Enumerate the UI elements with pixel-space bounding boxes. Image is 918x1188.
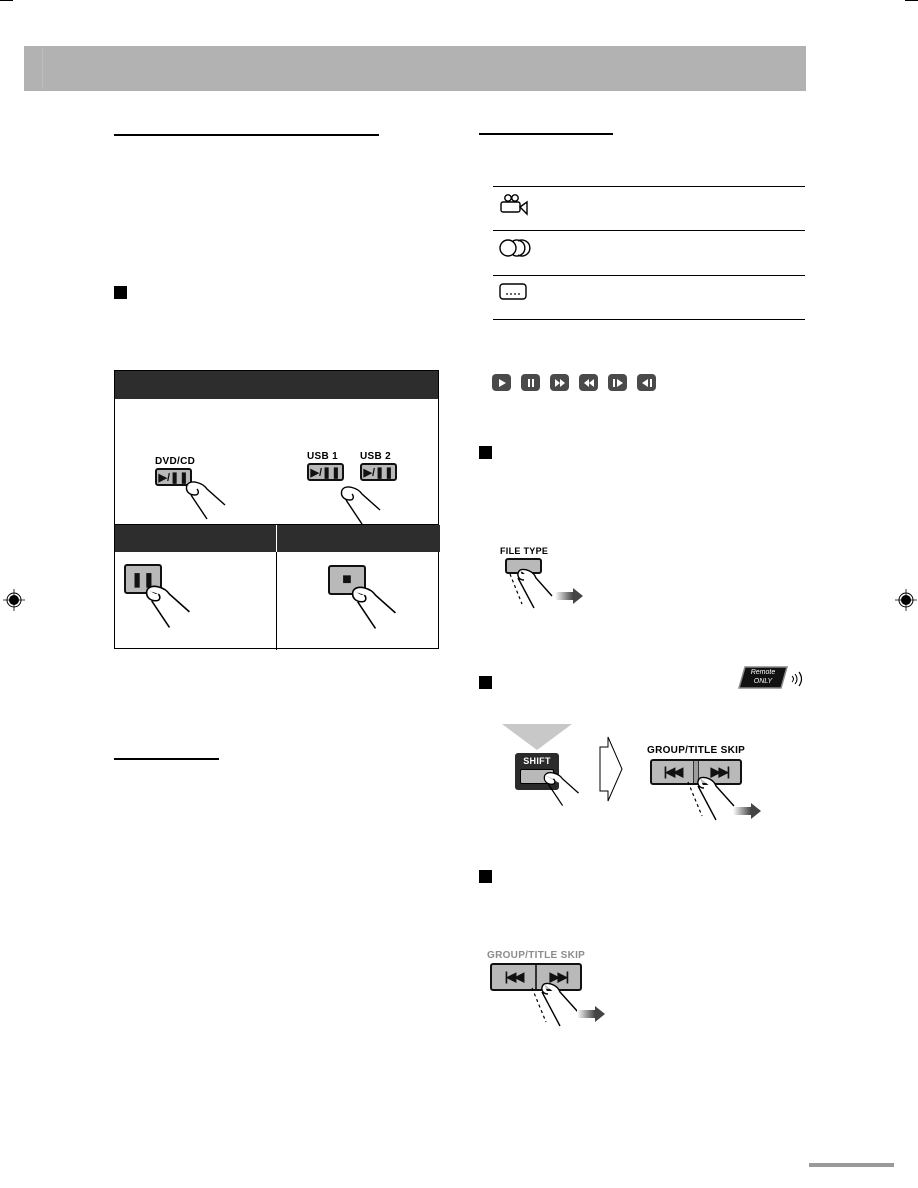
fast-forward-icon (550, 374, 569, 391)
square-bullet-icon (479, 446, 492, 459)
page-header-bar (24, 46, 806, 91)
section-heading-rule (114, 134, 379, 136)
arrow-right-icon (577, 1006, 605, 1022)
crop-mark (0, 0, 13, 1)
page-footer-bar (809, 1163, 894, 1167)
audio-discs-icon (499, 239, 531, 257)
remote-label: Remote (750, 669, 776, 676)
dvd-cd-label: DVD/CD (155, 456, 196, 467)
still-picture-icon (499, 283, 527, 300)
icon-table-rule (493, 319, 805, 320)
usb1-button-illustration: USB 1 ▶/❚❚ (307, 451, 344, 481)
remote-only-badge: Remote ONLY (737, 666, 789, 690)
section-heading-rule (479, 133, 613, 135)
press-down-arrow-icon (502, 724, 572, 750)
play-pause-icon: ▶/❚❚ (360, 463, 397, 481)
square-bullet-icon (479, 676, 492, 689)
column-header-stop (277, 525, 440, 552)
square-bullet-icon (114, 286, 127, 299)
fast-reverse-icon (579, 374, 598, 391)
table-divider (276, 525, 277, 552)
group-title-skip-label: GROUP/TITLE SKIP (647, 745, 746, 756)
finger-icon (145, 585, 190, 628)
registration-mark-icon (3, 589, 25, 611)
group-title-skip-label: GROUP/TITLE SKIP (487, 950, 586, 961)
square-bullet-icon (479, 870, 492, 883)
usb2-label: USB 2 (360, 451, 391, 462)
icon-table-rule (493, 230, 805, 231)
registration-mark-icon (895, 589, 917, 611)
slow-forward-icon (608, 374, 627, 391)
arrow-right-icon (555, 588, 583, 604)
icon-table-rule (493, 275, 805, 276)
icon-table-rule (493, 186, 805, 187)
play-pause-icon: ▶/❚❚ (307, 463, 344, 481)
finger-icon (185, 481, 226, 520)
crop-mark (905, 0, 918, 1)
finger-icon (687, 776, 735, 821)
section-heading-rule (114, 758, 219, 760)
finger-icon (340, 486, 381, 525)
shift-label: SHIFT (523, 756, 551, 766)
finger-icon (543, 772, 579, 806)
playback-icon-row (492, 374, 656, 391)
play-icon (492, 374, 511, 391)
usb2-button-illustration: USB 2 ▶/❚❚ (360, 451, 397, 481)
operation-table: DVD/CD ▶/❚❚ USB 1 ▶/❚❚ USB 2 ▶/❚❚ ❚❚ ■ (114, 370, 440, 650)
finger-icon (351, 586, 396, 629)
finger-icon (531, 982, 579, 1027)
remote-signal-icon (791, 671, 803, 687)
arrow-right-icon (733, 803, 761, 819)
slow-reverse-icon (637, 374, 656, 391)
file-type-label: FILE TYPE (500, 546, 549, 556)
pause-icon (521, 374, 540, 391)
header-divider (42, 48, 43, 89)
movie-camera-icon (500, 194, 528, 216)
usb1-label: USB 1 (307, 451, 338, 462)
column-header-pause (115, 525, 276, 552)
operation-table-header (115, 371, 438, 399)
next-step-arrow-icon (599, 736, 623, 802)
skip-previous-icon: |◀◀ (504, 969, 525, 984)
finger-icon (509, 568, 553, 609)
only-label: ONLY (753, 678, 773, 685)
